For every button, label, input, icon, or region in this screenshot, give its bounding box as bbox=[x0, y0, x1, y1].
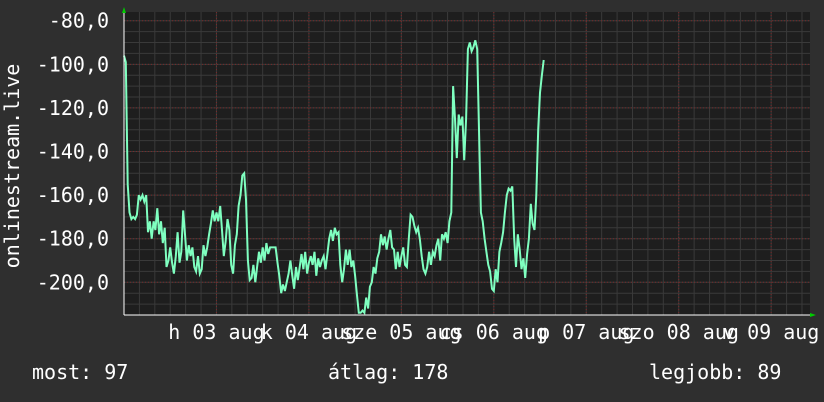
x-axis-ticks: h 03 augk 04 augsze 05 augcs 06 augp 07 … bbox=[168, 320, 819, 344]
y-tick-label: -100,0 bbox=[37, 52, 109, 76]
y-tick-label: -140,0 bbox=[37, 140, 109, 164]
x-tick-label: h 03 aug bbox=[168, 320, 264, 344]
y-tick-label: -200,0 bbox=[37, 270, 109, 294]
line-chart: -80,0 -100,0 -120,0 -140,0 -160,0 -180,0 -200,… bbox=[0, 7, 819, 344]
y-axis-arrow bbox=[122, 7, 126, 13]
stat-average: átlag: 178 bbox=[328, 360, 449, 384]
stat-best: legjobb: 89 bbox=[649, 360, 782, 384]
y-tick-label: -120,0 bbox=[37, 96, 109, 120]
y-tick-label: -180,0 bbox=[37, 227, 109, 251]
stats-bar: most: 97 átlag: 178 legjobb: 89 bbox=[0, 360, 824, 390]
y-tick-label: -160,0 bbox=[37, 183, 109, 207]
y-axis-label: onlinestream.live bbox=[0, 64, 24, 269]
y-tick-label: -80,0 bbox=[49, 9, 109, 33]
x-tick-label: szo 08 aug bbox=[619, 320, 739, 344]
x-tick-label: v 09 aug bbox=[723, 320, 819, 344]
stat-current: most: 97 bbox=[32, 360, 129, 384]
x-tick-label: cs 06 aug bbox=[440, 320, 548, 344]
x-axis-arrow bbox=[810, 313, 816, 317]
y-axis-ticks: -80,0 -100,0 -120,0 -140,0 -160,0 -180,0 -200,… bbox=[37, 9, 109, 295]
